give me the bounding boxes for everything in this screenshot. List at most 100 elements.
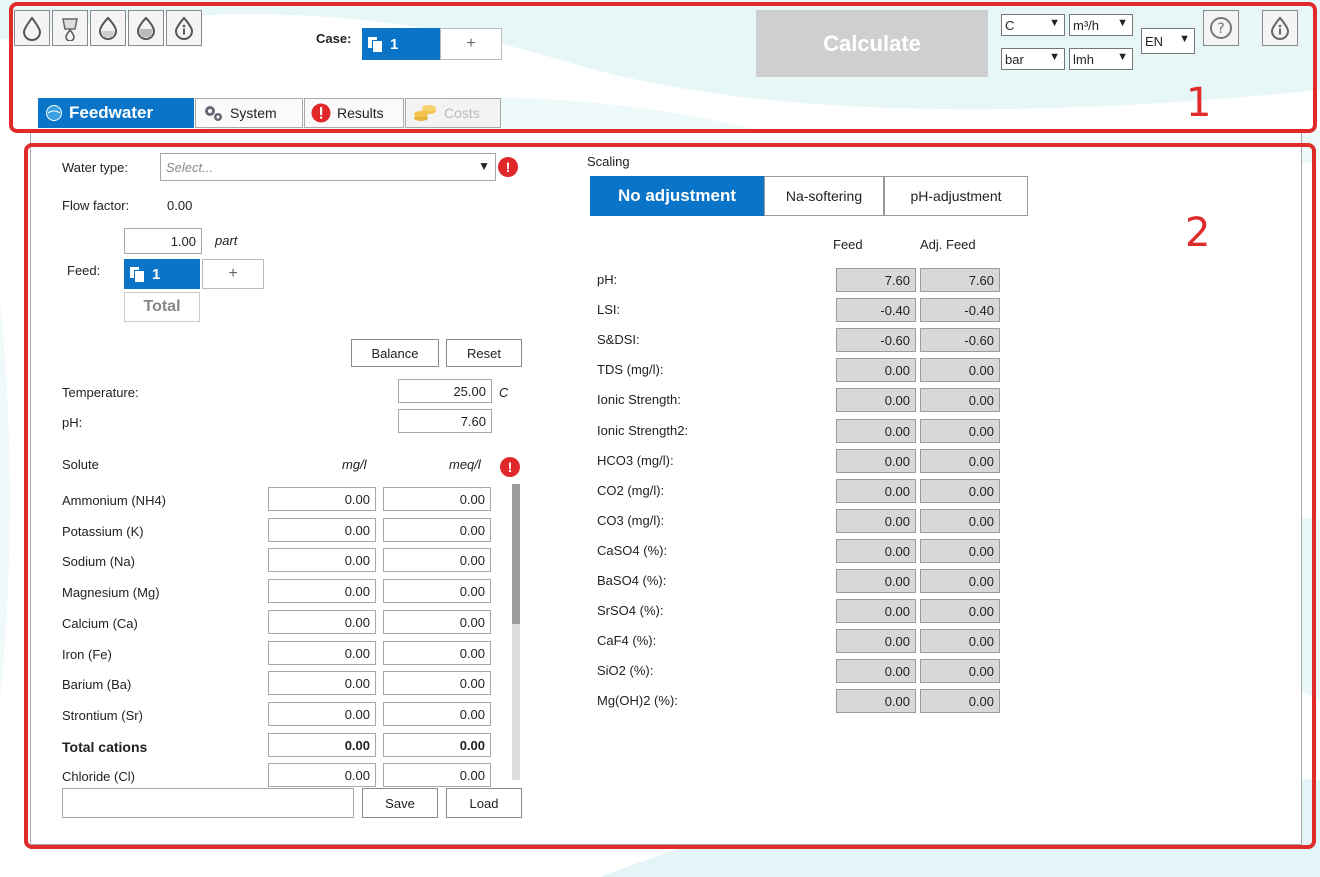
feed-selector[interactable]: 1: [124, 259, 200, 289]
temperature-input[interactable]: 25.00: [398, 379, 492, 403]
annotation-label-1: 1: [1186, 80, 1212, 126]
drop-icon: [22, 16, 42, 41]
flow-factor-label: Flow factor:: [62, 198, 130, 213]
ph-label: pH:: [62, 415, 83, 430]
save-filename-input[interactable]: [62, 788, 354, 818]
solute-scrollbar[interactable]: [512, 484, 520, 780]
gears-icon: [202, 103, 224, 123]
bucket-icon: [98, 16, 118, 40]
solute-mgl-input[interactable]: 0.00: [268, 702, 376, 726]
solute-meql-input[interactable]: 0.00: [383, 610, 491, 634]
scaling-row-label: SiO2 (%):: [597, 663, 654, 678]
bucket-drop-icon: [62, 18, 78, 41]
solute-mgl-input[interactable]: 0.00: [268, 548, 376, 572]
part-input[interactable]: 1.00: [124, 228, 202, 254]
meql-header: meq/l: [449, 457, 481, 472]
solute-meql-input[interactable]: 0.00: [383, 548, 491, 572]
copy-icon: [130, 267, 145, 283]
adj-feed-column-header: Adj. Feed: [920, 237, 976, 252]
tab-system[interactable]: System: [195, 98, 303, 128]
solute-meql-input[interactable]: 0.00: [383, 487, 491, 511]
solute-meql-input[interactable]: 0.00: [383, 671, 491, 695]
save-button[interactable]: Save: [362, 788, 438, 818]
scaling-adj-feed-value: 7.60: [920, 268, 1000, 292]
no-adjustment-tab[interactable]: No adjustment: [590, 176, 764, 216]
water-type-label: Water type:: [62, 160, 128, 175]
solute-mgl-input[interactable]: 0.00: [268, 487, 376, 511]
case-label: Case:: [316, 31, 352, 46]
calculate-button[interactable]: Calculate: [756, 10, 988, 77]
scaling-feed-value: 0.00: [836, 629, 916, 653]
solute-meql-input[interactable]: 0.00: [383, 641, 491, 665]
solute-meql-input[interactable]: 0.00: [383, 763, 491, 787]
scrollbar-thumb[interactable]: [512, 484, 520, 624]
scaling-row-label: Ionic Strength2:: [597, 423, 689, 438]
scaling-row-label: CaSO4 (%):: [597, 543, 668, 558]
tab-results[interactable]: Results: [304, 98, 404, 128]
scaling-row-label: LSI:: [597, 302, 621, 317]
solute-meql-input[interactable]: 0.00: [383, 579, 491, 603]
solute-name: Sodium (Na): [62, 554, 135, 569]
solute-header: Solute: [62, 457, 99, 472]
warning-icon: [311, 103, 331, 123]
dropdown-arrow-icon: ▼: [1179, 33, 1190, 45]
add-case-button[interactable]: +: [440, 28, 502, 60]
scaling-title: Scaling: [582, 154, 635, 169]
flow-unit-select[interactable]: m³/h ▼: [1069, 14, 1133, 36]
language-select[interactable]: EN ▼: [1141, 28, 1195, 54]
reset-button[interactable]: Reset: [446, 339, 522, 367]
bucket-drop-tool-button[interactable]: [52, 10, 88, 46]
solute-meql-input[interactable]: 0.00: [383, 733, 491, 757]
pressure-unit-value: bar: [1005, 51, 1024, 67]
solute-meql-input[interactable]: 0.00: [383, 702, 491, 726]
scaling-adj-feed-value: -0.40: [920, 298, 1000, 322]
info-tool-button[interactable]: [166, 10, 202, 46]
load-button[interactable]: Load: [446, 788, 522, 818]
solute-mgl-input[interactable]: 0.00: [268, 518, 376, 542]
flow-unit-value: m³/h: [1073, 17, 1099, 33]
solute-mgl-input[interactable]: 0.00: [268, 671, 376, 695]
scaling-feed-value: 0.00: [836, 449, 916, 473]
temperature-unit-select[interactable]: C ▼: [1001, 14, 1065, 36]
scaling-row-label: pH:: [597, 272, 618, 287]
temperature-label: Temperature:: [62, 385, 139, 400]
scaling-adj-feed-value: 0.00: [920, 569, 1000, 593]
bucket-tool-button[interactable]: [90, 10, 126, 46]
scaling-adj-feed-value: 0.00: [920, 509, 1000, 533]
solute-name: Iron (Fe): [62, 647, 112, 662]
ph-adjustment-tab[interactable]: pH-adjustment: [884, 176, 1028, 216]
scaling-feed-value: -0.40: [836, 298, 916, 322]
drop-tool-button[interactable]: [14, 10, 50, 46]
water-type-placeholder: Select...: [166, 159, 213, 175]
solute-mgl-input[interactable]: 0.00: [268, 641, 376, 665]
total-button[interactable]: Total: [124, 292, 200, 322]
flux-unit-select[interactable]: lmh ▼: [1069, 48, 1133, 70]
scaling-adj-feed-value: 0.00: [920, 599, 1000, 623]
solute-mgl-input[interactable]: 0.00: [268, 610, 376, 634]
scaling-adj-feed-value: 0.00: [920, 689, 1000, 713]
pressure-unit-select[interactable]: bar ▼: [1001, 48, 1065, 70]
tab-label: Feedwater: [69, 103, 154, 122]
solute-meql-input[interactable]: 0.00: [383, 518, 491, 542]
mgl-header: mg/l: [342, 457, 367, 472]
solute-mgl-input[interactable]: 0.00: [268, 733, 376, 757]
tab-feedwater[interactable]: Feedwater: [38, 98, 194, 128]
water-type-select[interactable]: Select... ▼: [160, 153, 496, 181]
solute-mgl-input[interactable]: 0.00: [268, 579, 376, 603]
bucket-fill-tool-button[interactable]: [128, 10, 164, 46]
scaling-row-label: SrSO4 (%):: [597, 603, 664, 618]
case-selector[interactable]: 1: [362, 28, 440, 60]
balance-button[interactable]: Balance: [351, 339, 439, 367]
na-softering-tab[interactable]: Na-softering: [764, 176, 884, 216]
dropdown-arrow-icon: ▼: [1049, 51, 1060, 63]
scaling-row-label: Ionic Strength:: [597, 392, 681, 407]
help-button[interactable]: ?: [1203, 10, 1239, 46]
about-button[interactable]: [1262, 10, 1298, 46]
feed-column-header: Feed: [833, 237, 863, 252]
scaling-feed-value: 0.00: [836, 659, 916, 683]
add-feed-button[interactable]: +: [202, 259, 264, 289]
ph-input[interactable]: 7.60: [398, 409, 492, 433]
solute-mgl-input[interactable]: 0.00: [268, 763, 376, 787]
tab-costs[interactable]: Costs: [405, 98, 501, 128]
scaling-adj-feed-value: 0.00: [920, 659, 1000, 683]
